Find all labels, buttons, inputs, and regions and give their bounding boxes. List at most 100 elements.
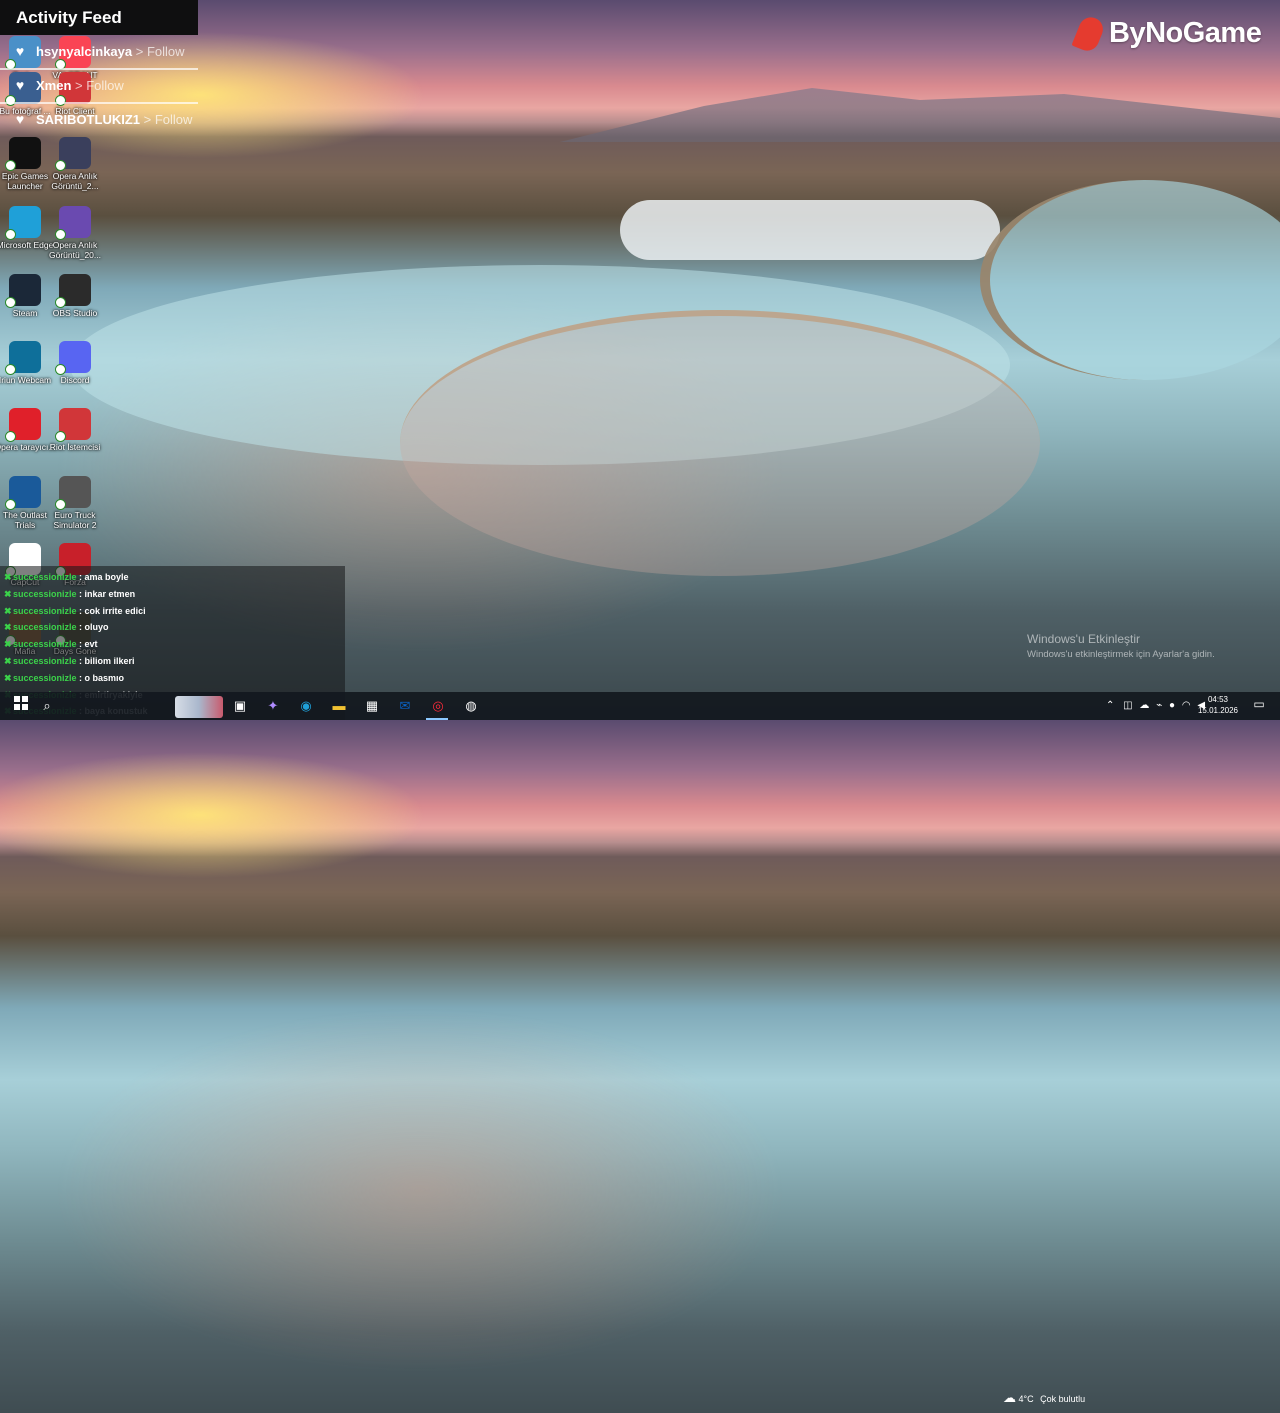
outlook-icon[interactable]: ✉ [392,694,418,718]
desktop-icon-riot-client[interactable]: Riot İstemcisi [43,406,107,468]
chat-user-badge-icon: ✖ [4,639,12,650]
opera-snapshot-icon [55,137,91,171]
follower-name: Xmen [36,78,72,93]
webcam-icon [5,341,41,375]
heart-icon: ♥ [15,111,25,127]
outlast-icon [5,476,41,510]
sync-badge-icon [55,160,66,171]
sync-badge-icon [5,229,16,240]
chat-username: successionizle [13,639,77,650]
follow-label: > Follow [135,44,185,59]
epic-games-icon [5,137,41,171]
wifi-icon[interactable]: ◠ [1182,700,1191,711]
activity-feed-item: ♥ Xmen > Follow [0,69,198,101]
sync-badge-icon [5,499,16,510]
chat-text: oluyo [84,622,109,633]
clock[interactable]: 04:53 15.01.2026 [1196,694,1240,716]
search-button[interactable]: ⌕ [34,694,60,718]
bynogame-mark-icon [1071,13,1107,55]
chat-message: ✖successionizle : cok irrite edici [4,603,146,620]
task-view-icon[interactable]: ▣ [227,694,253,718]
network-icon[interactable]: ◫ [1123,700,1132,711]
microphone-icon[interactable]: ● [1169,700,1175,711]
travertine-terrace [620,200,1000,260]
search-highlight-image[interactable] [175,696,223,718]
system-tray: ⌃ ◫ ☁ ⌁ ● ◠ ◀ [1106,692,1205,720]
desktop-icon-label: Euro Truck Simulator 2 [53,510,97,530]
travertine-terrace [980,180,1280,380]
sync-badge-icon [5,431,16,442]
desktop-icon-obs[interactable]: OBS Studio [43,272,107,334]
copilot-icon[interactable]: ✦ [260,694,286,718]
chevron-up-icon[interactable]: ⌃ [1106,700,1114,711]
chat-message: ✖successionizle : inkar etmen [4,586,135,603]
chat-separator: : [76,572,85,582]
chat-separator: : [76,622,85,633]
chat-username: successionizle [13,605,77,616]
sync-badge-icon [5,160,16,171]
weather-temp: 4°C [1018,1394,1034,1404]
obs-taskbar-icon[interactable]: ◍ [458,694,484,718]
logo-text: ByNoGame [1109,17,1262,49]
follower-name: hsynyalcinkaya [36,44,133,59]
chat-message: ✖successionizle : o basmıo [4,670,124,687]
sync-badge-icon [55,431,66,442]
chat-text: ama boyle [84,572,129,582]
chat-message: ✖successionizle : oluyo [4,619,109,636]
clock-date: 15.01.2026 [1197,706,1239,715]
windows-activation-watermark: Windows'u Etkinleştir Windows'u etkinleş… [1027,632,1215,660]
notification-icon[interactable]: ▭ [1250,697,1268,715]
activity-feed: Activity Feed ♥ hsynyalcinkaya > Follow ♥… [0,0,198,132]
weather-cloud-icon: ☁ [1003,1390,1016,1405]
chat-user-badge-icon: ✖ [4,656,12,666]
usb-icon[interactable]: ⌁ [1156,700,1162,711]
steam-icon [5,274,41,308]
chat-user-badge-icon: ✖ [4,588,12,599]
search-icon: ⌕ [43,698,51,713]
desktop-icon-label: Opera Anlık Görüntü_20... [49,240,101,260]
sync-badge-icon [55,364,66,375]
chat-separator: : [76,588,85,599]
chat-text: cok irrite edici [84,605,146,616]
heart-icon: ♥ [15,43,25,59]
store-icon[interactable]: ▦ [359,694,385,718]
desktop-icon-discord[interactable]: Discord [43,339,107,401]
weather-condition: Çok bulutlu [1040,1394,1086,1404]
follower-name: SARIBOTLUKIZ1 [36,112,140,127]
start-button[interactable] [8,694,34,718]
chat-message: ✖successionizle : evt [4,636,98,653]
discord-icon [55,341,91,375]
follow-label: > Follow [143,112,193,127]
weather-widget[interactable]: ☁ 4°C Çok bulutlu [1003,1384,1085,1412]
chat-separator: : [76,605,85,616]
truck-icon [55,476,91,510]
activation-subtitle: Windows'u etkinleştirmek için Ayarlar'a … [1027,649,1215,660]
sync-badge-icon [55,499,66,510]
opera-icon [5,408,41,442]
chat-separator: : [76,656,85,666]
riot-client-icon [55,408,91,442]
activation-title: Windows'u Etkinleştir [1027,632,1140,646]
chat-username: successionizle [13,588,77,599]
chat-user-badge-icon: ✖ [4,672,12,683]
cloud-icon[interactable]: ☁ [1139,700,1149,711]
desktop-icon-truck[interactable]: Euro Truck Simulator 2 [43,474,107,536]
desktop-icon-opera-snapshot[interactable]: Opera Anlık Görüntü_2... [43,135,107,197]
chat-username: successionizle [13,656,77,666]
activity-feed-item: ♥ hsynyalcinkaya > Follow [0,35,198,67]
desktop-icon-label: Riot İstemcisi [49,442,101,452]
file-explorer-icon[interactable]: ▬ [326,694,352,718]
sync-badge-icon [55,229,66,240]
edge-icon[interactable]: ◉ [293,694,319,718]
chat-text: evt [84,639,98,650]
chat-username: successionizle [13,672,77,683]
opera-gx-icon[interactable]: ◎ [425,694,451,718]
chat-user-badge-icon: ✖ [4,572,12,582]
edge-icon [5,206,41,240]
sync-badge-icon [5,297,16,308]
windows-logo-icon [14,696,28,710]
chat-text: o basmıo [84,672,125,683]
desktop-icon-opera-snapshot[interactable]: Opera Anlık Görüntü_20... [43,204,107,266]
clock-time: 04:53 [1207,695,1229,704]
chat-separator: : [76,672,85,683]
